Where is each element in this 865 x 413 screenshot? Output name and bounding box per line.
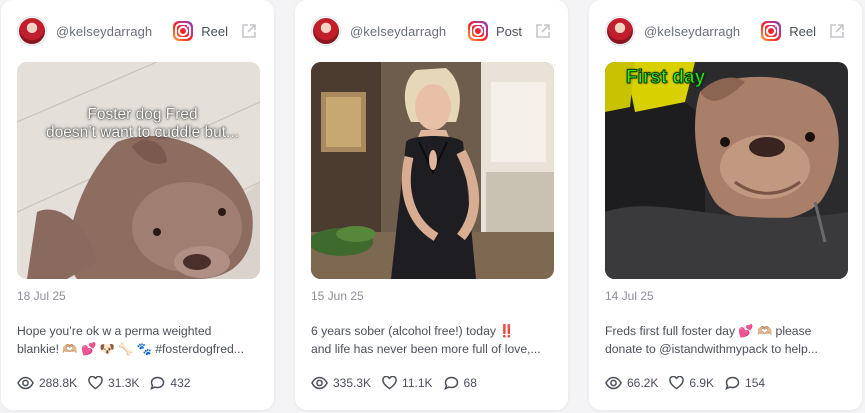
overlay-caption: Foster dog Fred doesn’t want to cuddle b… xyxy=(25,106,260,142)
avatar[interactable] xyxy=(18,17,46,45)
instagram-icon xyxy=(467,21,488,41)
post-caption: Freds first full foster day 💕 🫶🏼 please … xyxy=(605,322,848,358)
eye-icon xyxy=(17,376,34,390)
post-thumbnail[interactable]: First day xyxy=(605,62,848,279)
likes-count: 11.1K xyxy=(402,376,433,390)
card-header: @kelseydarragh Reel xyxy=(18,15,258,47)
post-thumbnail[interactable] xyxy=(311,62,554,279)
comment-icon xyxy=(150,376,165,390)
post-type-label: Reel xyxy=(201,23,228,39)
views-count: 288.8K xyxy=(39,376,78,390)
comments-count: 154 xyxy=(745,376,766,390)
post-date: 15 Jun 25 xyxy=(311,289,364,303)
eye-icon xyxy=(311,376,328,390)
likes-stat: 6.9K xyxy=(669,376,714,390)
dog-photo xyxy=(17,62,260,279)
comments-count: 432 xyxy=(170,376,191,390)
likes-count: 31.3K xyxy=(108,376,140,390)
external-link-icon[interactable] xyxy=(240,22,258,40)
post-stats: 335.3K 11.1K 68 xyxy=(311,376,488,390)
instagram-icon xyxy=(761,21,782,41)
likes-stat: 31.3K xyxy=(88,376,139,390)
caption-line: Freds first full foster day 💕 🫶🏼 please xyxy=(605,324,812,338)
likes-count: 6.9K xyxy=(689,376,715,390)
overlay-caption: First day xyxy=(625,67,706,89)
post-card[interactable]: @kelseydarragh Reel First day 14 Jul 25 … xyxy=(589,0,862,410)
views-stat: 335.3K xyxy=(311,376,371,390)
account-handle[interactable]: @kelseydarragh xyxy=(350,24,468,39)
post-type-label: Post xyxy=(495,23,522,39)
caption-line: donate to @istandwithmypack to help... xyxy=(605,342,818,356)
heart-icon xyxy=(669,376,685,390)
post-caption: Hope you’re ok w a perma weighted blanki… xyxy=(17,322,260,358)
caption-line: 6 years sober (alcohol free!) today ‼️ xyxy=(311,324,515,338)
external-link-icon[interactable] xyxy=(534,22,552,40)
likes-stat: 11.1K xyxy=(382,376,433,390)
external-link-icon[interactable] xyxy=(828,22,846,40)
views-stat: 288.8K xyxy=(17,376,77,390)
comments-stat: 432 xyxy=(150,376,190,390)
caption-line: Hope you’re ok w a perma weighted xyxy=(17,324,212,338)
comments-stat: 68 xyxy=(443,376,477,390)
account-handle[interactable]: @kelseydarragh xyxy=(644,24,761,39)
caption-line: and life has never been more full of lov… xyxy=(311,342,541,356)
caption-line: blankie! 🫶🏼 💕 🐶 🦴 🐾 #fosterdogfred... xyxy=(17,342,244,356)
portrait-photo xyxy=(311,62,554,279)
post-card[interactable]: @kelseydarragh Post 15 Jun 25 6 years so… xyxy=(295,0,568,410)
dog-in-bag-photo xyxy=(605,62,848,279)
post-stats: 66.2K 6.9K 154 xyxy=(605,376,776,390)
post-type-label: Reel xyxy=(789,23,816,39)
post-card[interactable]: @kelseydarragh Reel Foster dog Fred does… xyxy=(1,0,274,410)
views-stat: 66.2K xyxy=(605,376,658,390)
account-handle[interactable]: @kelseydarragh xyxy=(56,24,173,39)
post-caption: 6 years sober (alcohol free!) today ‼️ a… xyxy=(311,322,554,358)
card-header: @kelseydarragh Reel xyxy=(606,15,846,47)
heart-icon xyxy=(88,376,103,390)
avatar[interactable] xyxy=(606,17,634,45)
post-thumbnail[interactable]: Foster dog Fred doesn’t want to cuddle b… xyxy=(17,62,260,279)
heart-icon xyxy=(382,376,397,390)
avatar[interactable] xyxy=(312,17,340,45)
comment-icon xyxy=(725,376,740,390)
card-header: @kelseydarragh Post xyxy=(312,15,552,47)
overlay-caption-text: Foster dog Fred doesn’t want to cuddle b… xyxy=(45,106,240,141)
post-stats: 288.8K 31.3K 432 xyxy=(17,376,201,390)
comments-count: 68 xyxy=(463,376,477,390)
post-date: 14 Jul 25 xyxy=(605,289,654,303)
views-count: 66.2K xyxy=(627,376,659,390)
eye-icon xyxy=(605,376,622,390)
views-count: 335.3K xyxy=(333,376,372,390)
comment-icon xyxy=(443,376,458,390)
comments-stat: 154 xyxy=(725,376,765,390)
post-date: 18 Jul 25 xyxy=(17,289,66,303)
instagram-icon xyxy=(173,21,194,41)
